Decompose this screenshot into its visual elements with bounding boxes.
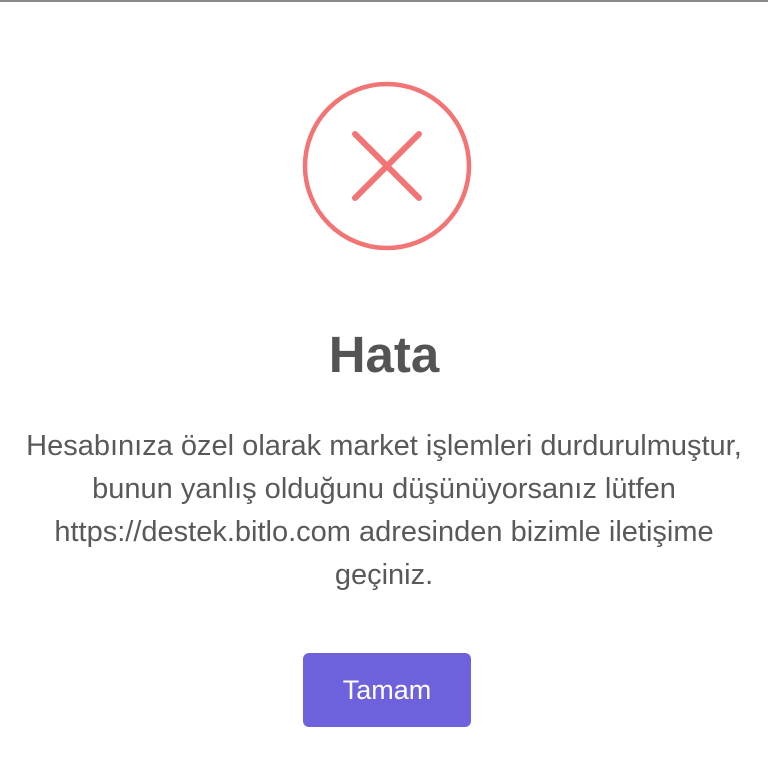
message-line: bunun yanlış olduğunu düşünüyorsanız lüt… [92, 473, 676, 505]
confirm-button[interactable]: Tamam [303, 653, 471, 727]
dialog-message: Hesabınıza özel olarak market işlemleri … [0, 425, 768, 597]
message-line: Hesabınıza özel olarak market işlemleri … [26, 430, 742, 462]
error-dialog: Hata Hesabınıza özel olarak market işlem… [0, 0, 768, 768]
dialog-title: Hata [328, 326, 440, 383]
message-line: https://destek.bitlo.com adresinden bizi… [54, 516, 714, 548]
message-line: geçiniz. [334, 559, 434, 591]
error-x-icon [302, 81, 472, 251]
